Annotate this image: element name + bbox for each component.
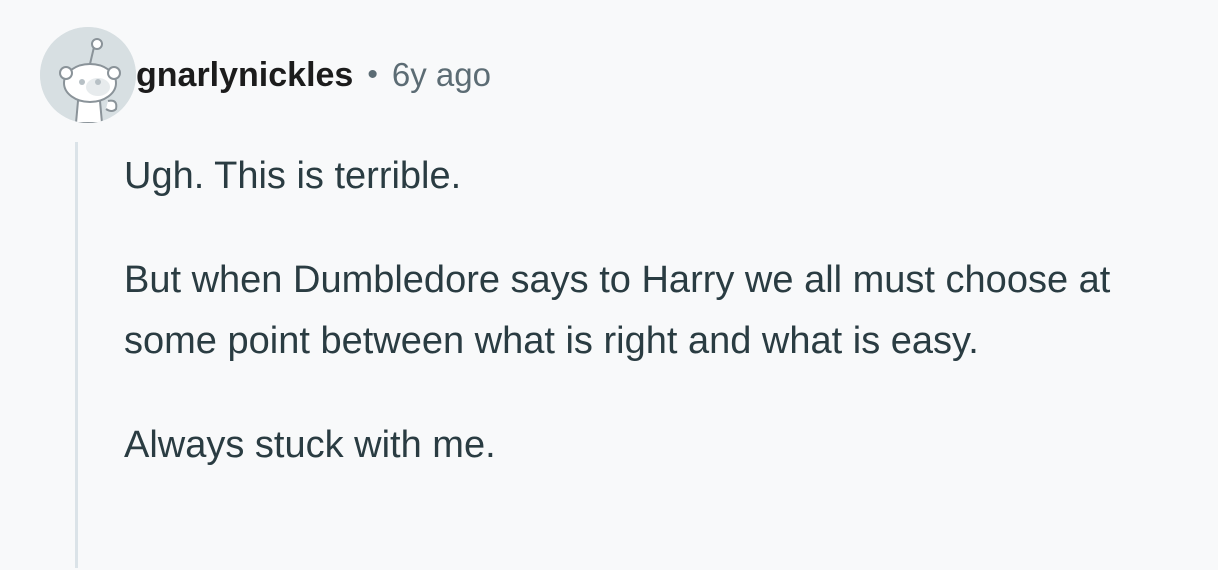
comment-meta: gnarlynickles • 6y ago — [136, 52, 491, 98]
thread-line[interactable] — [75, 142, 78, 568]
avatar[interactable] — [40, 27, 136, 123]
snoo-avatar-icon — [40, 27, 136, 123]
comment-paragraph: But when Dumbledore says to Harry we all… — [124, 259, 1111, 362]
comment: gnarlynickles • 6y ago Ugh. This is terr… — [0, 0, 1218, 570]
meta-separator: • — [367, 58, 378, 91]
comment-body: Ugh. This is terrible. But when Dumbledo… — [124, 146, 1184, 476]
username-link[interactable]: gnarlynickles — [136, 56, 353, 95]
comment-paragraph: Always stuck with me. — [124, 424, 496, 466]
timestamp[interactable]: 6y ago — [392, 56, 491, 94]
comment-paragraph: Ugh. This is terrible. — [124, 155, 462, 197]
